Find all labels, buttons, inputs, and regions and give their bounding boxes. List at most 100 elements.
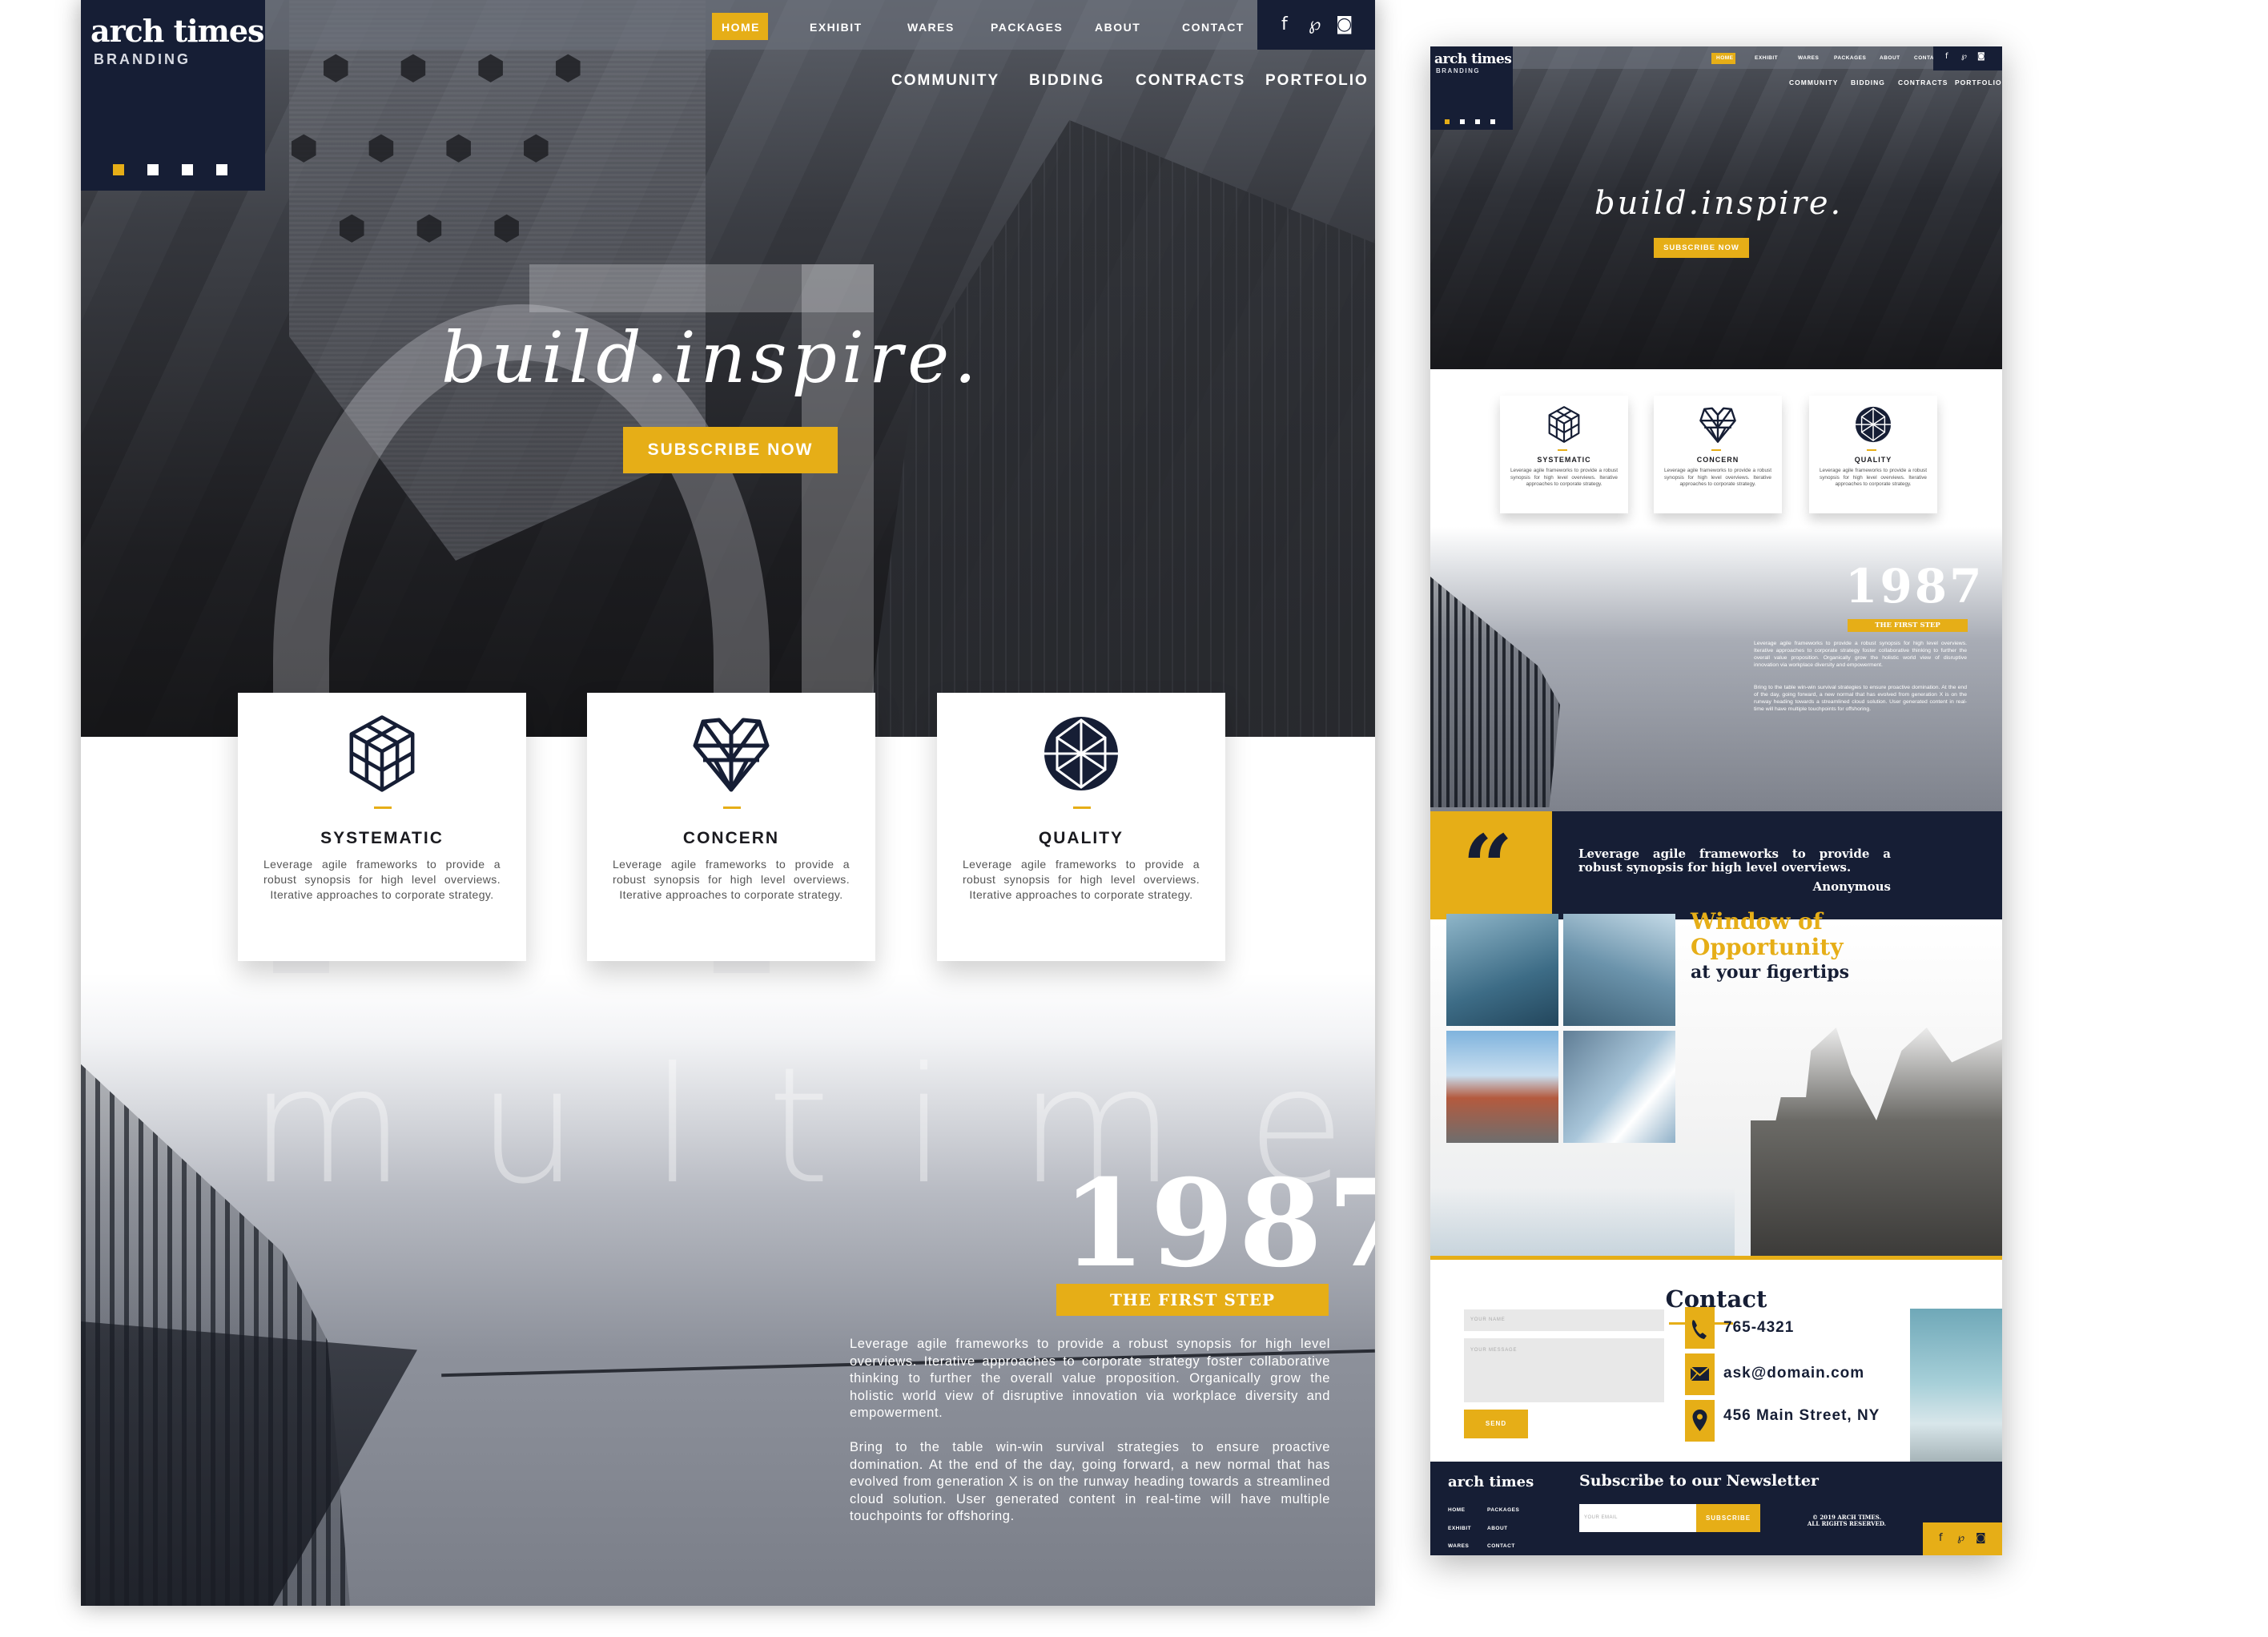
- card-accent-bar: [374, 806, 392, 809]
- opportunity-heading: Window of Opportunity: [1691, 909, 1843, 960]
- nav-item-home[interactable]: HOME: [722, 21, 760, 34]
- subnav-bidding[interactable]: BIDDING: [1851, 78, 1885, 86]
- slider-dot[interactable]: [1475, 119, 1480, 124]
- nav-item-exhibit[interactable]: EXHIBIT: [810, 21, 863, 34]
- card-accent-bar: [1867, 449, 1876, 451]
- cube-icon: [1545, 405, 1583, 444]
- location-pin-icon: [1692, 1410, 1707, 1431]
- slider-dot[interactable]: [1490, 119, 1495, 124]
- history-year: 1987: [1062, 1153, 1375, 1294]
- footer-link-contact[interactable]: CONTACT: [1487, 1543, 1515, 1549]
- send-button[interactable]: SEND: [1464, 1410, 1528, 1438]
- nav-item-home[interactable]: HOME: [1716, 55, 1734, 61]
- logo-title: arch times: [1434, 51, 1512, 67]
- geometric-heart-icon: [691, 714, 771, 794]
- geometric-heart-icon: [1699, 405, 1737, 444]
- gallery-image: [1446, 914, 1558, 1026]
- facebook-icon[interactable]: f: [1281, 14, 1288, 34]
- card-text: Leverage agile frameworks to provide a r…: [1510, 468, 1618, 487]
- social-links: [1933, 46, 2002, 70]
- nav-item-about[interactable]: ABOUT: [1880, 55, 1900, 61]
- gallery-image: [1563, 914, 1675, 1026]
- logo-block[interactable]: arch times BRANDING: [1430, 46, 1513, 130]
- copyright-line2: ALL RIGHTS RESERVED.: [1807, 1520, 1887, 1527]
- gallery-image: [1446, 1031, 1558, 1143]
- gem-sphere-icon: [1854, 405, 1892, 444]
- slider-dot[interactable]: [182, 164, 193, 175]
- footer-link-about[interactable]: ABOUT: [1487, 1526, 1508, 1531]
- history-paragraph: Bring to the table win-win survival stra…: [1754, 685, 1967, 712]
- footer-link-wares[interactable]: WARES: [1448, 1543, 1469, 1549]
- logo-block[interactable]: arch times BRANDING: [81, 0, 265, 191]
- logo-subtitle: BRANDING: [1436, 67, 1481, 74]
- logo-title: arch times: [90, 13, 264, 49]
- card-accent-bar: [1558, 449, 1567, 451]
- nav-item-packages[interactable]: PACKAGES: [991, 21, 1063, 34]
- footer-link-packages[interactable]: PACKAGES: [1487, 1507, 1519, 1513]
- history-label: THE FIRST STEP: [1056, 1284, 1329, 1316]
- feature-card: CONCERN Leverage agile frameworks to pro…: [1654, 396, 1782, 513]
- newsletter-subscribe-button[interactable]: SUBSCRIBE: [1696, 1504, 1760, 1532]
- feature-card: QUALITY Leverage agile frameworks to pro…: [1809, 396, 1937, 513]
- slider-dot-active[interactable]: [1445, 119, 1450, 124]
- nav-item-wares[interactable]: WARES: [907, 21, 955, 34]
- subnav-contracts[interactable]: CONTRACTS: [1136, 72, 1245, 90]
- contact-phone[interactable]: 765-4321: [1723, 1319, 1794, 1337]
- email-icon-box: [1685, 1353, 1715, 1395]
- slider-dot-active[interactable]: [113, 164, 124, 175]
- footer-link-home[interactable]: HOME: [1448, 1507, 1466, 1513]
- subnav-community[interactable]: COMMUNITY: [891, 72, 999, 90]
- pinterest-icon[interactable]: ℘: [1957, 1532, 1964, 1544]
- quote-author: Anonymous: [1812, 879, 1891, 894]
- pinterest-icon[interactable]: ℘: [1961, 52, 1967, 61]
- instagram-icon[interactable]: ◙: [1977, 52, 1985, 61]
- section-divider: [1430, 1256, 2002, 1260]
- instagram-icon[interactable]: ◙: [1336, 14, 1353, 34]
- quote-mark-icon: “: [1462, 815, 1514, 919]
- hero-tagline: build.inspire.: [1594, 185, 1844, 222]
- card-text: Leverage agile frameworks to provide a r…: [1820, 468, 1927, 487]
- facebook-icon[interactable]: f: [1939, 1532, 1943, 1544]
- subscribe-now-button[interactable]: SUBSCRIBE NOW: [623, 427, 838, 473]
- instagram-icon[interactable]: ◙: [1976, 1532, 1986, 1544]
- subnav-portfolio[interactable]: PORTFOLIO: [1955, 78, 2002, 86]
- nav-item-contact[interactable]: CONTACT: [1182, 21, 1245, 34]
- contact-sky-image: [1910, 1309, 2002, 1473]
- card-text: Leverage agile frameworks to provide a r…: [963, 858, 1200, 901]
- card-text: Leverage agile frameworks to provide a r…: [1664, 468, 1771, 487]
- newsletter-email-input[interactable]: YOUR EMAIL: [1579, 1504, 1696, 1532]
- nav-item-wares[interactable]: WARES: [1798, 55, 1819, 61]
- history-paragraph: Leverage agile frameworks to provide a r…: [850, 1337, 1330, 1420]
- card-text: Leverage agile frameworks to provide a r…: [263, 858, 501, 901]
- slider-dot[interactable]: [216, 164, 227, 175]
- subnav-community[interactable]: COMMUNITY: [1789, 78, 1838, 86]
- history-year: 1987: [1845, 559, 1984, 613]
- name-input[interactable]: YOUR NAME: [1464, 1309, 1664, 1331]
- hex-windows: ⬢⬢⬢⬢: [321, 48, 631, 87]
- hero-tagline: build.inspire.: [441, 316, 982, 399]
- subnav-portfolio[interactable]: PORTFOLIO: [1265, 72, 1369, 90]
- message-textarea[interactable]: YOUR MESSAGE: [1464, 1338, 1664, 1402]
- quote-text: Leverage agile frameworks to provide a r…: [1578, 847, 1891, 875]
- gem-sphere-icon: [1041, 714, 1121, 794]
- nav-item-packages[interactable]: PACKAGES: [1834, 55, 1866, 61]
- slider-dot[interactable]: [147, 164, 159, 175]
- hex-windows: ⬢⬢⬢⬢: [289, 128, 599, 167]
- card-title: SYSTEMATIC: [320, 829, 444, 847]
- pinterest-icon[interactable]: ℘: [1309, 14, 1321, 34]
- subscribe-now-button[interactable]: SUBSCRIBE NOW: [1654, 238, 1749, 258]
- subnav-bidding[interactable]: BIDDING: [1029, 72, 1104, 90]
- message-placeholder: YOUR MESSAGE: [1470, 1348, 1518, 1353]
- subnav-contracts[interactable]: CONTRACTS: [1898, 78, 1948, 86]
- feature-card: QUALITY Leverage agile frameworks to pro…: [937, 693, 1225, 961]
- footer-link-exhibit[interactable]: EXHIBIT: [1448, 1526, 1471, 1531]
- slider-dot[interactable]: [1460, 119, 1465, 124]
- history-paragraph: Leverage agile frameworks to provide a r…: [1754, 641, 1967, 668]
- contact-email[interactable]: ask@domain.com: [1723, 1365, 1864, 1382]
- facebook-icon[interactable]: f: [1945, 52, 1948, 61]
- nav-item-exhibit[interactable]: EXHIBIT: [1755, 55, 1778, 61]
- phone-icon: [1691, 1320, 1707, 1339]
- desktop-mockup: ⬢⬢⬢⬢ ⬢⬢⬢⬢ ⬢⬢⬢ HOME EXHIBIT WARES PACKAGE…: [81, 0, 1375, 1606]
- card-text: Leverage agile frameworks to provide a r…: [613, 858, 850, 901]
- nav-item-about[interactable]: ABOUT: [1095, 21, 1140, 34]
